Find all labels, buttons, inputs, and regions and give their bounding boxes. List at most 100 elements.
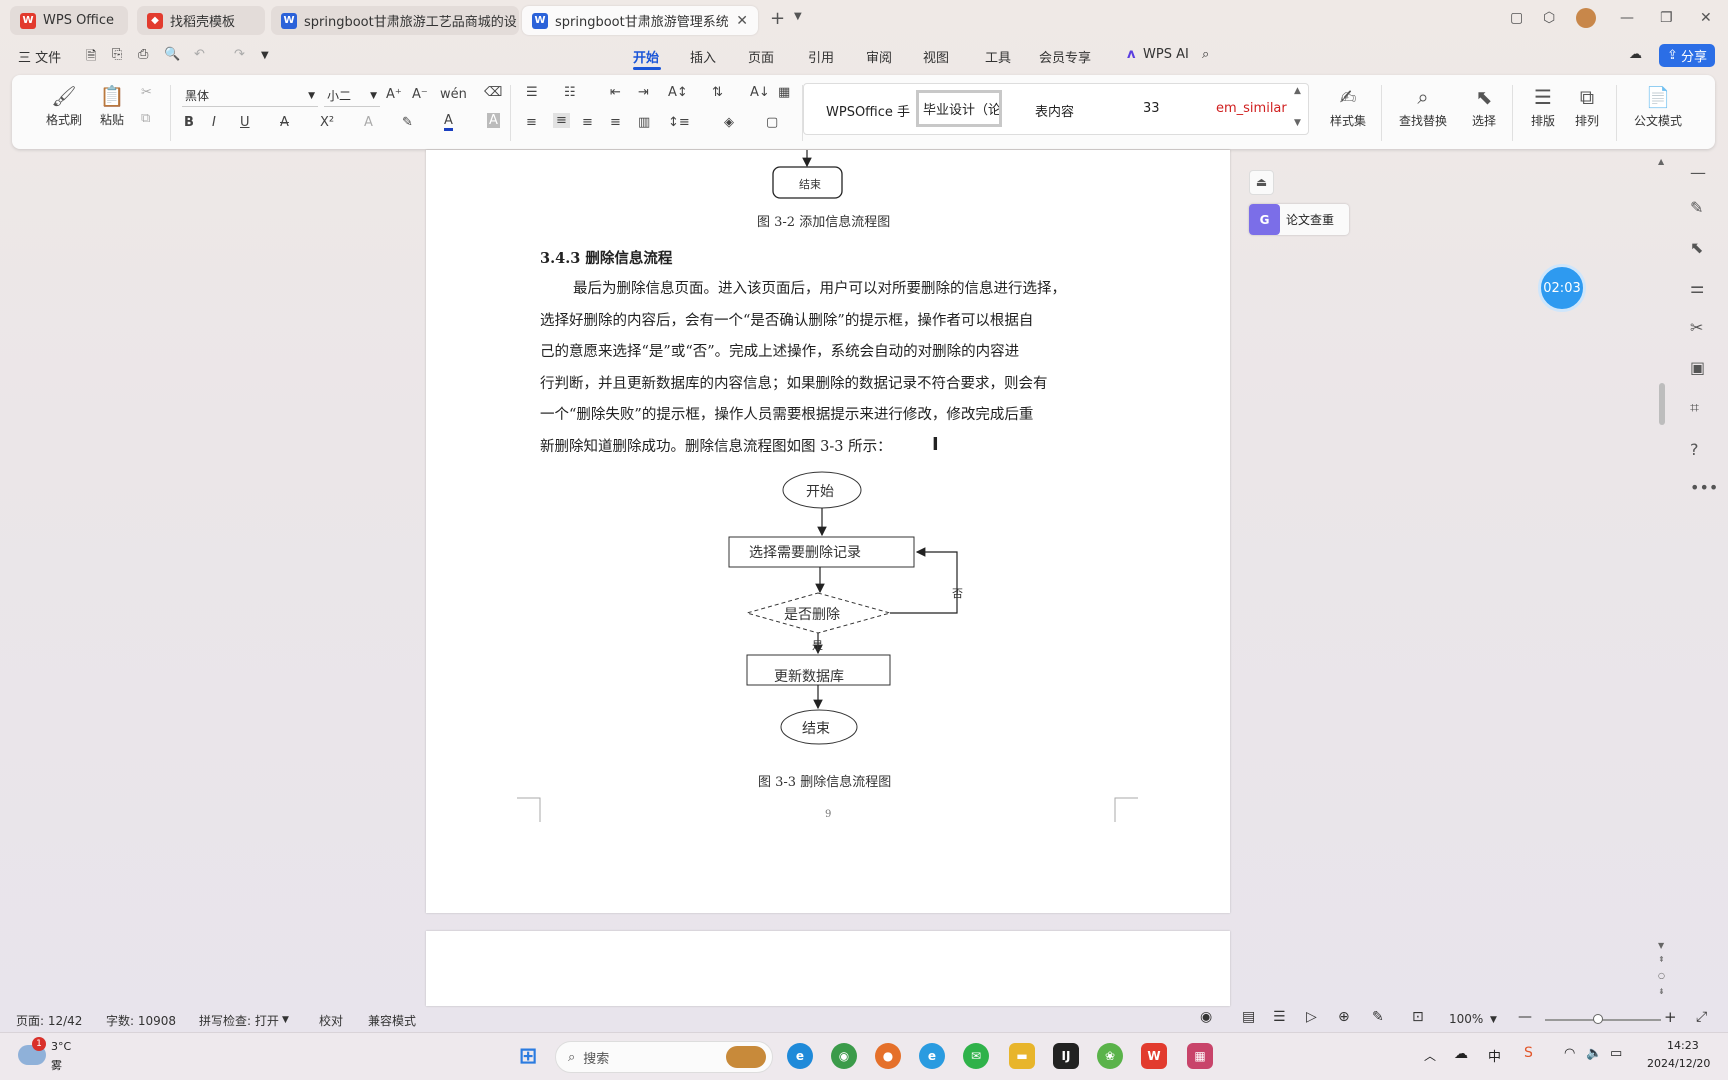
fullscreen-icon[interactable]: ⤢ [1696,1009,1707,1025]
wps-taskbar-icon[interactable]: W [1141,1043,1167,1069]
tab-doc-active[interactable]: W springboot甘肃旅游管理系统.doc ✕ [522,6,758,35]
font-shrink-icon[interactable]: A⁻ [412,87,428,102]
highlight-icon[interactable]: ✎ [402,115,413,130]
proofread-button[interactable]: 校对 [319,1012,343,1029]
play-icon[interactable]: ▷ [1306,1009,1317,1025]
cube-icon[interactable]: ⬡ [1543,10,1555,26]
zoom-level[interactable]: 100% [1449,1012,1483,1026]
image-icon[interactable]: ▣ [1690,358,1705,377]
strikethrough-icon[interactable]: A [280,115,289,130]
wps-ai-button[interactable]: WPS AI [1143,47,1189,62]
restore-icon[interactable]: ❐ [1660,10,1673,26]
tab-references[interactable]: 引用 [808,47,834,66]
minimize-icon[interactable]: — [1620,10,1634,26]
scrollbar-thumb[interactable] [1659,383,1665,425]
font-name-select[interactable]: 黑体 ▼ [182,85,318,107]
scroll-up-icon[interactable]: ▲ [1294,86,1301,96]
clear-format-icon[interactable]: ⌫ [484,85,502,100]
tab-template[interactable]: ◆ 找稻壳模板 [137,6,265,35]
tray-chevron-icon[interactable]: ︿ [1424,1047,1436,1064]
align-center-icon[interactable]: ≡ [553,113,570,128]
bullet-list-icon[interactable]: ☰ [526,85,538,100]
wifi-icon[interactable]: ◠ [1564,1046,1575,1061]
close-tab-icon[interactable]: ✕ [736,13,748,29]
italic-icon[interactable]: I [212,115,216,130]
justify-icon[interactable]: ≡ [610,115,621,130]
onedrive-icon[interactable]: ☁ [1454,1046,1468,1062]
tab-doc-crafts[interactable]: W springboot甘肃旅游工艺品商城的设 [271,6,519,35]
page-view-icon[interactable]: ▤ [1242,1009,1255,1025]
format-painter-button[interactable]: 🖌 格式刷 [38,81,90,128]
search-icon[interactable]: ⌕ [1202,47,1209,62]
text-direction-icon[interactable]: A↕ [668,85,688,100]
file-menu[interactable]: 三 文件 [18,47,61,66]
chevron-down-icon[interactable]: ▼ [282,1015,289,1025]
tab-view[interactable]: 视图 [923,47,949,66]
increase-indent-icon[interactable]: ⇥ [638,85,649,100]
shading-icon[interactable]: ◈ [724,115,734,130]
fit-page-icon[interactable]: ⊡ [1412,1009,1424,1025]
sort-icon[interactable]: ⇅ [712,85,723,100]
zoom-slider-thumb[interactable] [1593,1014,1603,1024]
arrange-button[interactable]: ⧉ 排列 [1562,82,1612,129]
volume-icon[interactable]: 🔈 [1586,1046,1602,1061]
write-view-icon[interactable]: ✎ [1372,1009,1384,1025]
tab-member[interactable]: 会员专享 [1039,47,1091,66]
copy-icon[interactable]: ⧉ [141,111,150,126]
scroll-up-icon[interactable]: ▲ [1658,157,1664,166]
wechat-icon[interactable]: ✉ [963,1043,989,1069]
taskbar-search[interactable]: ⌕ 搜索 [555,1041,773,1073]
tab-review[interactable]: 审阅 [866,47,892,66]
align-left-icon[interactable]: ≡ [526,115,537,130]
chevron-down-icon[interactable]: ▼ [1490,1015,1497,1025]
save-icon[interactable]: 🗎 [86,47,96,69]
font-color-icon[interactable]: A [444,113,453,131]
timer-badge[interactable]: 02:03 [1538,264,1586,312]
style-set-button[interactable]: ✍ 样式集 [1320,82,1376,129]
edge-icon[interactable]: e [787,1043,813,1069]
font-size-select[interactable]: 小二 ▼ [324,85,380,107]
close-window-icon[interactable]: ✕ [1700,10,1712,26]
sort-az-icon[interactable]: A↓ [750,85,770,100]
style-table-content[interactable]: 表内容 [1035,101,1074,120]
green-app-icon[interactable]: ❀ [1097,1043,1123,1069]
vertical-scrollbar[interactable]: ▲ ▼ ⇞ ○ ⇟ [1657,155,1667,1003]
tray-app-icon[interactable]: S [1524,1045,1533,1061]
collapse-panel-icon[interactable]: ⏏ [1249,170,1274,195]
next-page-icon[interactable]: ⇟ [1658,987,1665,996]
layout-button[interactable]: ☰ 排版 [1518,82,1568,129]
style-thesis[interactable]: 毕业设计（论 [916,90,1002,127]
undo-icon[interactable]: ↶ [194,47,205,62]
adjust-icon[interactable]: ⚌ [1690,278,1704,297]
share-button[interactable]: ⇪ 分享 [1659,44,1715,67]
decrease-indent-icon[interactable]: ⇤ [610,85,621,100]
clock-time[interactable]: 14:23 [1667,1039,1699,1052]
select-arrow-icon[interactable]: ⬉ [1690,238,1703,257]
paper-check-button[interactable]: G 论文查重 [1249,204,1349,235]
browse-object-icon[interactable]: ○ [1658,971,1665,980]
help-icon[interactable]: ? [1690,440,1699,459]
more-chevron-icon[interactable]: ▼ [261,50,269,61]
avatar[interactable] [1576,8,1596,28]
file-explorer-icon[interactable]: ▬ [1009,1043,1035,1069]
firefox-icon[interactable]: ● [875,1043,901,1069]
zoom-slider[interactable] [1545,1019,1661,1021]
tab-wps-office[interactable]: W WPS Office [10,6,128,35]
cut-icon[interactable]: ✂ [141,85,152,100]
font-grow-icon[interactable]: A⁺ [386,87,402,102]
paste-button[interactable]: 📋 粘贴 [86,81,138,128]
chevron-down-icon[interactable]: ▼ [794,11,802,22]
border-icon[interactable]: ▢ [766,115,778,130]
style-em-similar[interactable]: em_similar [1216,101,1287,116]
tab-tools[interactable]: 工具 [985,47,1011,66]
superscript-icon[interactable]: X² [320,115,334,130]
export-icon[interactable]: ⎘ [112,47,122,62]
find-replace-button[interactable]: ⌕ 查找替换 [1392,82,1454,129]
eye-protection-icon[interactable]: ◉ [1200,1009,1212,1025]
bold-icon[interactable]: B [184,115,194,130]
intellij-icon[interactable]: IJ [1053,1043,1079,1069]
word-count[interactable]: 字数: 10908 [106,1012,176,1029]
line-spacing-icon[interactable]: ↕≡ [668,115,690,130]
minimize-panel-icon[interactable]: — [1690,163,1706,182]
zoom-out-icon[interactable]: — [1518,1009,1532,1025]
